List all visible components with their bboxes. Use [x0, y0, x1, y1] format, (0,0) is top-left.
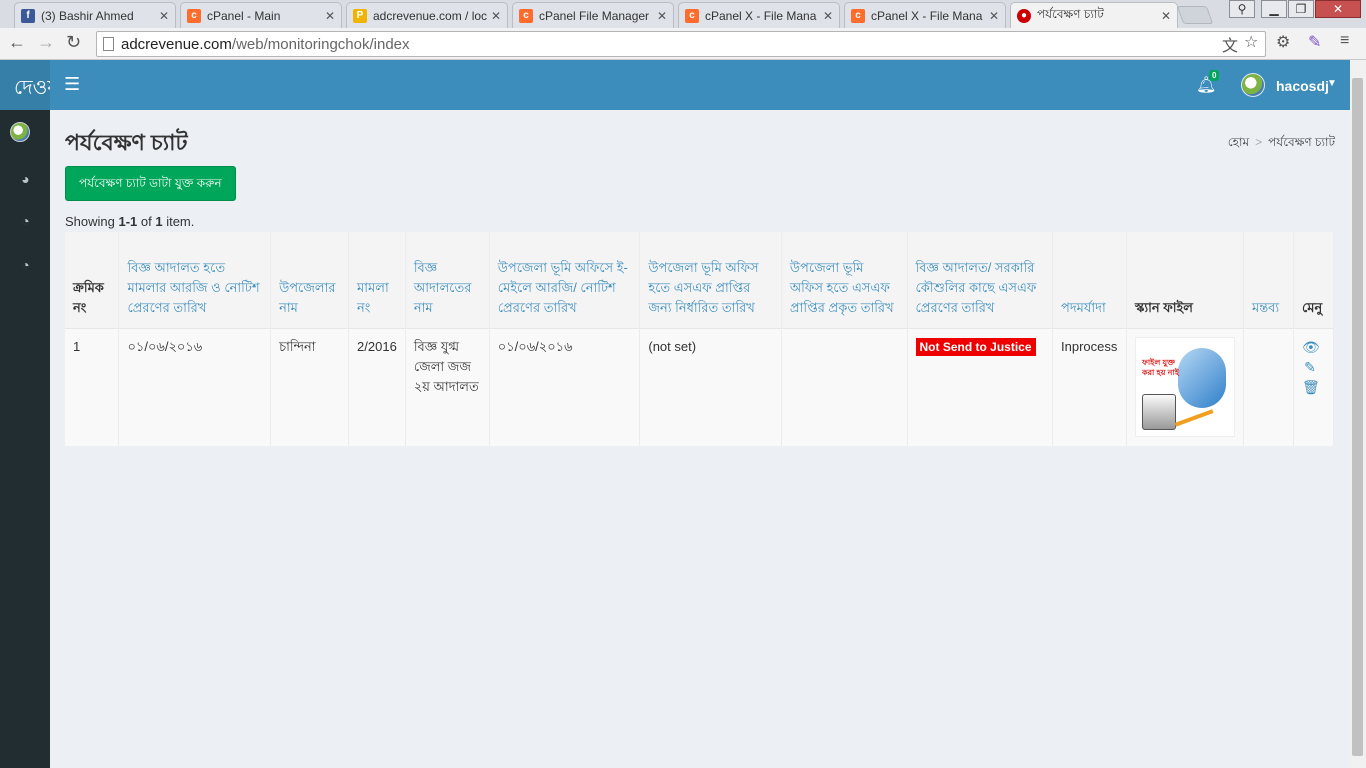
new-tab-button[interactable]	[1176, 6, 1214, 24]
minimize-button[interactable]: ▁	[1261, 0, 1287, 18]
cell-case-no: 2/2016	[348, 327, 406, 446]
table-header-row: ক্রমিক নং বিজ্ঞ আদালত হতে মামলার আরজি ও …	[65, 232, 1335, 328]
notification-count-badge: 0	[1209, 70, 1220, 81]
col-rank[interactable]: পদমর্যাদা	[1052, 232, 1127, 328]
browser-tab-6[interactable]: c cPanel X - File Mana ✕	[844, 2, 1006, 28]
browser-tab-5[interactable]: c cPanel X - File Mana ✕	[678, 2, 840, 28]
cpanel-icon: c	[187, 8, 201, 23]
col-sf-send-date[interactable]: বিজ্ঞ আদালত/ সরকারি কৌশুলির কাছে এসএফ প্…	[907, 232, 1054, 328]
page-title: পর্যবেক্ষণ চ্যাট	[65, 130, 188, 155]
col-sf-scheduled-date[interactable]: উপজেলা ভূমি অফিস হতে এসএফ প্রাপ্তির জন্য…	[639, 232, 782, 328]
sidebar-avatar	[10, 122, 30, 142]
col-scan-file: স্ক্যান ফাইল	[1126, 232, 1244, 328]
table-row: 1 ০১/০৬/২০১৬ চান্দিনা 2/2016 বিজ্ঞ যুগ্ম…	[65, 327, 1335, 446]
scan-caption: ফাইল যুক্ত করা হয় নাই	[1142, 357, 1179, 377]
col-sf-actual-date[interactable]: উপজেলা ভূমি অফিস হতে এসএফ প্রাপ্তির প্রক…	[781, 232, 908, 328]
close-tab-icon[interactable]: ✕	[657, 9, 667, 23]
col-case-no[interactable]: মামলা নং	[348, 232, 406, 328]
cell-sf-scheduled-date: (not set)	[639, 327, 782, 446]
hamburger-menu-icon[interactable]: ☰	[64, 74, 80, 95]
col-court-send-date[interactable]: বিজ্ঞ আদালত হতে মামলার আরজি ও নোটিশ প্রে…	[118, 232, 272, 328]
cell-scan-file: ফাইল যুক্ত করা হয় নাই	[1126, 327, 1244, 446]
extension-quill-icon[interactable]: ✎	[1308, 32, 1321, 52]
close-tab-icon[interactable]: ✕	[325, 9, 335, 23]
edit-pencil-icon[interactable]: ✎	[1302, 357, 1318, 377]
breadcrumb: হোম > পর্যবেক্ষণ চ্যাট	[1228, 134, 1335, 154]
view-eye-icon[interactable]: 👁︎	[1302, 337, 1320, 357]
col-email-date[interactable]: উপজেলা ভূমি অফিসে ই-মেইলে আরজি/ নোটিশ প্…	[489, 232, 641, 328]
cell-serial: 1	[65, 327, 120, 446]
gear-icon[interactable]: ⚙	[1276, 32, 1290, 52]
cpanel-icon: c	[519, 8, 533, 23]
brand-logo[interactable]: দেওয়া	[0, 60, 50, 110]
delete-trash-icon[interactable]: 🗑︎	[1302, 377, 1320, 397]
cell-menu: 👁︎ ✎ 🗑︎	[1293, 327, 1335, 446]
cell-rank: Inprocess	[1052, 327, 1127, 446]
bd-govt-icon: ●	[1017, 8, 1031, 23]
user-profile-icon[interactable]: ⚲	[1229, 0, 1255, 18]
scrollbar-thumb[interactable]	[1352, 78, 1363, 756]
status-badge: Not Send to Justice	[915, 337, 1036, 356]
col-menu: মেনু	[1293, 232, 1335, 328]
cloud-icon	[1178, 347, 1226, 408]
scanner-icon	[1142, 393, 1176, 430]
cell-email-date: ০১/০৬/২০১৬	[489, 327, 641, 446]
back-icon[interactable]: ←	[8, 32, 26, 53]
main-content: পর্যবেক্ষণ চ্যাট হোম > পর্যবেক্ষণ চ্যাট পর…	[50, 110, 1350, 768]
user-avatar[interactable]	[1241, 73, 1265, 97]
page-scrollbar[interactable]	[1350, 60, 1366, 768]
cpanel-icon: c	[685, 8, 699, 23]
cell-upazila: চান্দিনা	[270, 327, 350, 446]
browser-tab-3[interactable]: P adcrevenue.com / loc ✕	[346, 2, 508, 28]
address-bar[interactable]: adcrevenue.com/web/monitoringchok/index	[96, 31, 1266, 57]
browser-tab-active[interactable]: ● পর্যবেক্ষণ চ্যাট ✕	[1010, 2, 1178, 28]
maximize-button[interactable]: ❐	[1288, 0, 1314, 18]
forward-icon[interactable]: →	[37, 32, 55, 53]
cell-court-send-date: ০১/০৬/২০১৬	[118, 327, 272, 446]
col-serial: ক্রমিক নং	[65, 232, 120, 328]
close-tab-icon[interactable]: ✕	[823, 9, 833, 23]
close-tab-icon[interactable]: ✕	[491, 9, 501, 23]
close-tab-icon[interactable]: ✕	[159, 9, 169, 23]
cell-comment	[1243, 327, 1294, 446]
pie-chart-icon[interactable]: ◔	[17, 213, 34, 230]
cpanel-icon: c	[851, 8, 865, 23]
breadcrumb-current: পর্যবেক্ষণ চ্যাট	[1268, 135, 1335, 149]
menu-icon[interactable]: ≡	[1340, 32, 1349, 50]
facebook-icon: f	[21, 8, 35, 23]
results-summary: Showing 1-1 of 1 item.	[65, 214, 195, 229]
caret-down-icon[interactable]: ▼	[1327, 78, 1337, 89]
breadcrumb-home[interactable]: হোম	[1228, 135, 1249, 149]
scan-file-image[interactable]: ফাইল যুক্ত করা হয় নাই	[1135, 336, 1235, 437]
browser-tab-strip: f (3) Bashir Ahmed ✕ c cPanel - Main ✕ P…	[0, 0, 1366, 28]
sidebar: দেওয়া ◕ ◔ ◔	[0, 60, 50, 768]
data-table: ক্রমিক নং বিজ্ঞ আদালত হতে মামলার আরজি ও …	[65, 232, 1335, 446]
col-court-name[interactable]: বিজ্ঞ আদালতের নাম	[405, 232, 490, 328]
star-icon[interactable]: ☆	[1244, 32, 1258, 52]
cell-court-name: বিজ্ঞ যুগ্ম জেলা জজ ২য় আদালত	[405, 327, 490, 446]
close-tab-icon[interactable]: ✕	[989, 9, 999, 23]
arrow-icon	[1174, 408, 1214, 427]
close-tab-icon[interactable]: ✕	[1161, 9, 1171, 23]
cell-sf-actual-date	[781, 327, 908, 446]
close-window-button[interactable]: ✕	[1315, 0, 1361, 18]
dashboard-icon[interactable]: ◕	[17, 171, 34, 188]
cell-sf-send-status: Not Send to Justice	[907, 327, 1054, 446]
browser-tab-4[interactable]: c cPanel File Manager ✕	[512, 2, 674, 28]
add-data-button[interactable]: পর্যবেক্ষণ চ্যাট ডাটা যুক্ত করুন	[65, 166, 236, 201]
breadcrumb-separator: >	[1255, 135, 1263, 149]
col-upazila[interactable]: উপজেলার নাম	[270, 232, 350, 328]
user-name[interactable]: hacosdj	[1276, 78, 1329, 94]
browser-tab-1[interactable]: f (3) Bashir Ahmed ✕	[14, 2, 176, 28]
col-comment[interactable]: মন্তব্য	[1243, 232, 1294, 328]
top-navbar: ☰ 🔔︎ 0 hacosdj ▼	[50, 60, 1350, 110]
browser-toolbar: ← → ↻ adcrevenue.com/web/monitoringchok/…	[0, 28, 1366, 60]
pie-chart-icon[interactable]: ◔	[17, 257, 34, 274]
page-icon	[103, 37, 114, 51]
phpmyadmin-icon: P	[353, 8, 367, 23]
reload-icon[interactable]: ↻	[66, 32, 81, 53]
url-text: adcrevenue.com/web/monitoringchok/index	[121, 36, 410, 53]
translate-icon[interactable]: 文	[1222, 32, 1238, 56]
browser-tab-2[interactable]: c cPanel - Main ✕	[180, 2, 342, 28]
